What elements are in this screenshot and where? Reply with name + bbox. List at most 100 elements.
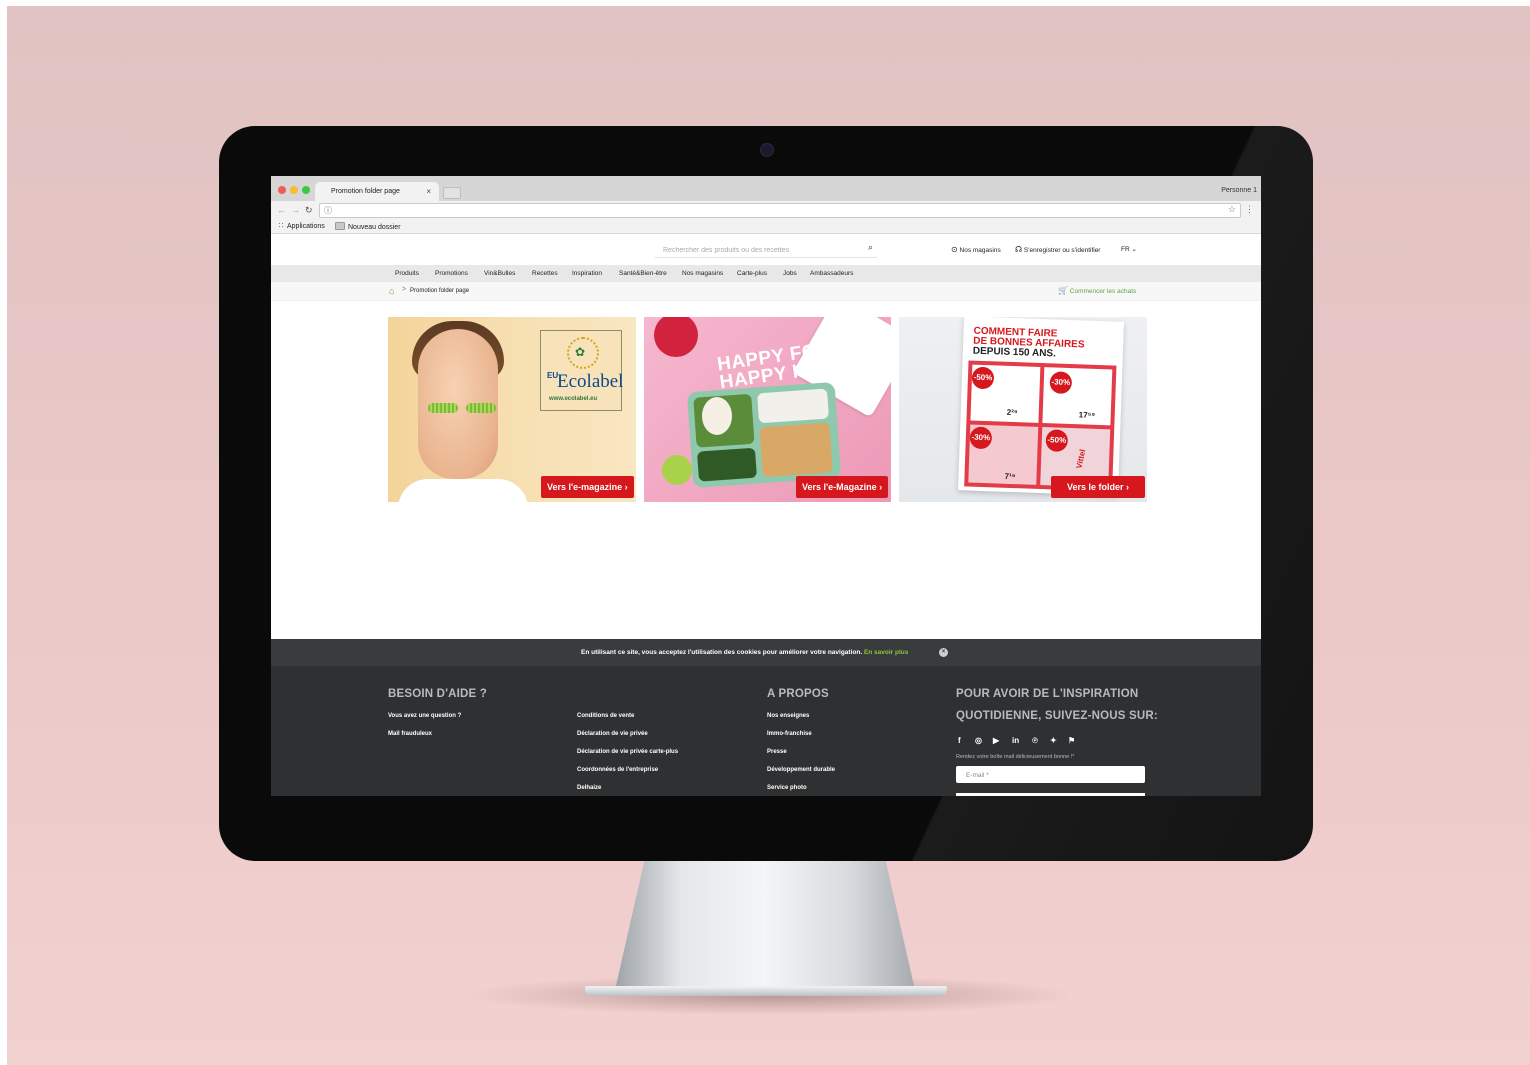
email-field: [956, 766, 1145, 783]
url-bar[interactable]: ⓘ ☆: [319, 203, 1241, 218]
ecolabel-name: Ecolabel: [557, 371, 624, 392]
footer-link[interactable]: Immo-franchise: [767, 731, 812, 737]
user-icon: ☊: [1015, 245, 1023, 254]
info-icon[interactable]: ⓘ: [324, 205, 332, 216]
email-input[interactable]: [964, 768, 1138, 783]
search-input[interactable]: [661, 242, 855, 258]
folder-offers: -50% -30% -30% -50% 2²⁹ 17⁵⁹ 7¹⁹ Vittel: [964, 360, 1117, 492]
footer-link[interactable]: Presse: [767, 749, 787, 755]
cookie-more-link[interactable]: En savoir plus: [864, 649, 908, 656]
home-icon[interactable]: ⌂: [389, 286, 394, 296]
emagazine-kids-button[interactable]: Vers l'e-Magazine ›: [796, 476, 889, 498]
forward-icon[interactable]: →: [291, 205, 300, 215]
back-icon[interactable]: ←: [277, 205, 286, 215]
search-icon[interactable]: ⌕: [868, 242, 873, 253]
ecolabel-logo: ✿ EU Ecolabel www.ecolabel.eu: [540, 330, 624, 411]
juice-glass: [654, 317, 698, 357]
footer-link[interactable]: Déclaration de vie privée carte-plus: [577, 749, 678, 755]
newsletter-submit-button[interactable]: [956, 793, 1145, 796]
folder-icon: [335, 222, 345, 230]
about-title: A PROPOS: [767, 688, 829, 700]
social-title: POUR AVOIR DE L'INSPIRATION: [956, 688, 1139, 700]
minimize-window-icon[interactable]: [290, 186, 298, 194]
special-badge: [662, 455, 692, 485]
nav-carte-plus[interactable]: Carte-plus: [737, 270, 767, 277]
footer-link[interactable]: Mail frauduleux: [388, 731, 432, 737]
profile-name[interactable]: Personne 1: [1221, 187, 1257, 194]
close-tab-icon[interactable]: ×: [426, 187, 431, 196]
emagazine-button[interactable]: Vers l'e-magazine ›: [541, 476, 634, 498]
foursquare-icon[interactable]: ⚑: [1068, 736, 1075, 745]
egg-character: [702, 397, 732, 435]
browser-menu-icon[interactable]: ⋮: [1245, 204, 1254, 215]
cookie-banner: En utilisant ce site, vous acceptez l'ut…: [271, 639, 1261, 666]
footer-link[interactable]: Développement durable: [767, 767, 835, 773]
reload-icon[interactable]: ↻: [305, 205, 313, 216]
maximize-window-icon[interactable]: [302, 186, 310, 194]
price-tag: 2²⁹: [1006, 407, 1018, 418]
nav-ambassadeurs[interactable]: Ambassadeurs: [810, 270, 853, 277]
footer-link[interactable]: Nos enseignes: [767, 713, 809, 719]
social-title-line-2: QUOTIDIENNE, SUIVEZ-NOUS SUR:: [956, 710, 1158, 722]
bookmark-star-icon[interactable]: ☆: [1228, 204, 1236, 215]
footer-link[interactable]: Coordonnées de l'entreprise: [577, 767, 658, 773]
close-window-icon[interactable]: [278, 186, 286, 194]
stores-link[interactable]: ⊙ Nos magasins: [951, 245, 1001, 254]
nav-inspiration[interactable]: Inspiration: [572, 270, 602, 277]
nav-vin-bulles[interactable]: Vin&Bulles: [484, 270, 515, 277]
location-pin-icon: ⊙: [951, 245, 958, 254]
apps-grid-icon: [278, 222, 285, 229]
instagram-icon[interactable]: ◎: [975, 736, 982, 745]
grass-lash-right: [466, 403, 496, 413]
promo-folder-image: COMMENT FAIRE DE BONNES AFFAIRES DEPUIS …: [958, 317, 1124, 496]
promo-card-happy-food[interactable]: HAPPY FOOD, HAPPY KIDS Vers l'e-Magazine…: [644, 317, 891, 502]
youtube-icon[interactable]: ▶: [993, 736, 999, 745]
breadcrumb-separator: >: [402, 286, 407, 293]
bookmark-folder[interactable]: Nouveau dossier: [335, 222, 401, 231]
search-box: ⌕: [655, 242, 877, 258]
site-footer: BESOIN D'AIDE ? Vous avez une question ?…: [271, 666, 1261, 796]
promo-card-folder[interactable]: COMMENT FAIRE DE BONNES AFFAIRES DEPUIS …: [899, 317, 1147, 502]
start-shopping-link[interactable]: 🛒 Commencer les achats: [1058, 286, 1136, 295]
monitor-screen: Promotion folder page × Personne 1 ← → ↻…: [271, 176, 1261, 796]
cart-icon: 🛒: [1058, 286, 1068, 295]
grass-lash-left: [428, 403, 458, 413]
main-nav: Produits Promotions Vin&Bulles Recettes …: [271, 265, 1261, 282]
footer-link[interactable]: Déclaration de vie privée: [577, 731, 648, 737]
monitor-stand: [615, 858, 915, 990]
promo-card-ecolabel[interactable]: ✿ EU Ecolabel www.ecolabel.eu Vers l'e-m…: [388, 317, 636, 502]
bookmarks-bar: Applications Nouveau dossier: [271, 220, 1261, 234]
flower-icon: ✿: [575, 345, 586, 359]
chevron-down-icon: ⌄: [1131, 246, 1137, 253]
folder-button[interactable]: Vers le folder ›: [1051, 476, 1146, 498]
twitter-icon[interactable]: ✦: [1050, 736, 1057, 745]
browser-toolbar: ← → ↻ ⓘ ☆ ⋮: [271, 201, 1261, 220]
linkedin-icon[interactable]: in: [1012, 736, 1019, 745]
newsletter-label: Rendez votre boîte mail délicieusement b…: [956, 754, 1075, 760]
nav-produits[interactable]: Produits: [395, 270, 419, 277]
footer-link[interactable]: Vous avez une question ?: [388, 713, 461, 719]
cookie-message: En utilisant ce site, vous acceptez l'ut…: [581, 649, 909, 656]
help-title: BESOIN D'AIDE ?: [388, 688, 488, 700]
language-select[interactable]: FR ⌄: [1121, 245, 1137, 253]
footer-link[interactable]: Delhaize: [577, 785, 601, 791]
cookie-close-icon[interactable]: ×: [939, 648, 948, 657]
bookmark-applications[interactable]: Applications: [278, 222, 325, 230]
facebook-icon[interactable]: f: [958, 736, 961, 745]
footer-link[interactable]: Service photo: [767, 785, 807, 791]
ecolabel-url: www.ecolabel.eu: [549, 396, 598, 402]
nav-recettes[interactable]: Recettes: [532, 270, 558, 277]
browser-tab[interactable]: Promotion folder page ×: [315, 182, 439, 201]
footer-link[interactable]: Conditions de vente: [577, 713, 634, 719]
new-tab-button[interactable]: [443, 187, 461, 199]
nav-jobs[interactable]: Jobs: [783, 270, 797, 277]
camera-icon: [760, 143, 774, 157]
pinterest-icon[interactable]: ℗: [1032, 736, 1038, 745]
nav-promotions[interactable]: Promotions: [435, 270, 468, 277]
account-link[interactable]: ☊ S'enregistrer ou s'identifier: [1015, 245, 1100, 254]
nav-nos-magasins[interactable]: Nos magasins: [682, 270, 723, 277]
monitor-stand-base: [585, 986, 947, 996]
folder-title: COMMENT FAIRE DE BONNES AFFAIRES DEPUIS …: [972, 325, 1085, 360]
price-tag: 7¹⁹: [1004, 471, 1016, 482]
nav-sante[interactable]: Santé&Bien-être: [619, 270, 667, 277]
